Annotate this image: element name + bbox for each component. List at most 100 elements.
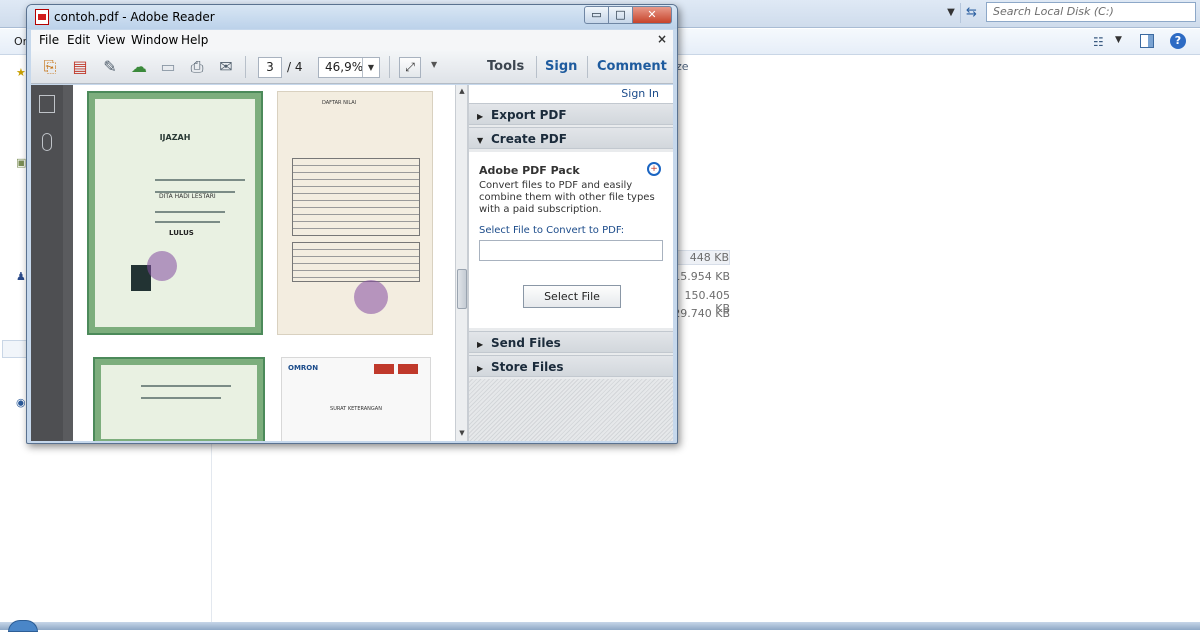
start-button[interactable] — [8, 620, 38, 632]
pdf-pack-icon: + — [647, 162, 661, 176]
create-icon[interactable]: ⎘ — [39, 57, 61, 77]
toolbar-separator — [245, 56, 246, 78]
toolbar-separator — [536, 56, 537, 78]
navigation-panel — [31, 85, 63, 441]
create-pdf-label: Create PDF — [491, 132, 567, 146]
text-line — [155, 211, 225, 213]
certificate-page-thumbnail — [93, 357, 265, 441]
grades-table — [292, 242, 420, 282]
expanded-arrow-icon: ▼ — [477, 136, 484, 145]
certificate-body: IJAZAH DITA HADI LESTARI LULUS — [95, 99, 255, 327]
window-title: contoh.pdf - Adobe Reader — [54, 10, 215, 24]
stamp-seal — [354, 280, 388, 314]
letter-page-thumbnail: OMRON SURAT KETERANGAN — [281, 357, 431, 441]
network-icon[interactable]: ◉ — [16, 396, 26, 409]
minimize-button[interactable]: ▭ — [584, 6, 609, 24]
file-path-input[interactable] — [479, 240, 663, 261]
zoom-dropdown-icon[interactable]: ▼ — [362, 58, 379, 77]
certificate-name: DITA HADI LESTARI — [159, 193, 216, 200]
menu-file[interactable]: File — [39, 33, 59, 47]
collapsed-arrow-icon: ▶ — [477, 340, 484, 349]
help-icon[interactable]: ? — [1170, 33, 1186, 49]
scroll-up-icon[interactable]: ▲ — [457, 87, 467, 95]
favorites-star-icon[interactable]: ★ — [16, 66, 26, 79]
select-file-button[interactable]: Select File — [523, 285, 621, 308]
menu-window[interactable]: Window — [131, 33, 178, 47]
certificate-body — [101, 365, 257, 439]
toolbar-options-dropdown-icon[interactable]: ▼ — [431, 60, 437, 69]
export-pdf-label: Export PDF — [491, 108, 567, 122]
certificate-result: LULUS — [169, 229, 194, 237]
homegroup-icon[interactable]: ♟ — [16, 270, 26, 283]
title-bar[interactable]: contoh.pdf - Adobe Reader ▭ □ ✕ — [27, 5, 677, 29]
empty-pane-area — [469, 379, 673, 441]
text-line — [155, 179, 245, 181]
sign-button[interactable]: Sign — [545, 59, 577, 74]
pdf-pack-description: Convert files to PDF and easily combine … — [479, 180, 655, 215]
collapsed-arrow-icon: ▶ — [477, 364, 484, 373]
create-pdf-section[interactable]: ▼ Create PDF — [469, 127, 673, 149]
page-total: / 4 — [287, 60, 303, 74]
sign-in-link[interactable]: Sign In — [469, 85, 673, 103]
grades-title: DAFTAR NILAI — [322, 100, 357, 106]
maximize-button[interactable]: □ — [608, 6, 633, 24]
letter-brand: OMRON — [288, 364, 319, 372]
taskbar — [0, 622, 1200, 630]
email-icon[interactable]: ✉ — [215, 57, 237, 77]
collapsed-arrow-icon: ▶ — [477, 112, 484, 121]
cloud-upload-icon[interactable]: ☁ — [128, 57, 150, 77]
certificate-page-thumbnail: IJAZAH DITA HADI LESTARI LULUS — [87, 91, 263, 335]
menu-edit[interactable]: Edit — [67, 33, 90, 47]
export-pdf-section[interactable]: ▶ Export PDF — [469, 103, 673, 125]
grades-table — [292, 158, 420, 236]
refresh-icon[interactable]: ⇆ — [960, 3, 982, 23]
page-number-input[interactable]: 3 — [258, 57, 282, 78]
print-icon[interactable]: ⎙ — [186, 57, 208, 77]
close-document-icon[interactable]: × — [657, 32, 667, 46]
edit-icon[interactable]: ✎ — [99, 57, 121, 77]
selected-computer-item[interactable] — [2, 340, 28, 358]
pdf-export-icon[interactable]: ▤ — [69, 57, 91, 77]
address-dropdown-icon[interactable]: ▼ — [944, 4, 958, 22]
preview-pane-icon[interactable] — [1140, 34, 1154, 48]
menu-bar: File Edit View Window Help × — [31, 30, 673, 50]
letter-title: SURAT KETERANGAN — [330, 406, 382, 412]
text-line — [141, 397, 221, 399]
pdf-pack-title: Adobe PDF Pack — [479, 164, 580, 177]
document-gutter — [63, 85, 73, 441]
store-files-section[interactable]: ▶ Store Files — [469, 355, 673, 377]
tools-pane: Sign In ▶ Export PDF ▼ Create PDF Adobe PD… — [469, 85, 673, 441]
pdf-app-icon — [35, 9, 49, 25]
send-files-section[interactable]: ▶ Send Files — [469, 331, 673, 353]
vertical-scrollbar[interactable]: ▲ ▼ — [455, 85, 467, 441]
libraries-icon[interactable]: ▣ — [16, 156, 26, 169]
toolbar-separator — [587, 56, 588, 78]
search-input[interactable]: Search Local Disk (C:) — [986, 2, 1196, 22]
scroll-down-icon[interactable]: ▼ — [457, 429, 467, 437]
store-files-label: Store Files — [491, 360, 564, 374]
save-icon[interactable]: ▭ — [157, 57, 179, 77]
full-screen-icon[interactable]: ⤢ — [399, 57, 421, 78]
toolbar-separator — [389, 56, 390, 78]
adobe-reader-window: contoh.pdf - Adobe Reader ▭ □ ✕ File Edi… — [26, 4, 678, 444]
select-file-label: Select File to Convert to PDF: — [479, 225, 625, 236]
tools-button[interactable]: Tools — [487, 59, 524, 74]
stamp-seal — [147, 251, 177, 281]
toolbar: ⎘ ▤ ✎ ☁ ▭ ⎙ ✉ 3 / 4 46,9% ▼ ⤢ ▼ Tools Si… — [31, 50, 673, 84]
text-line — [155, 221, 220, 223]
attachments-icon[interactable] — [42, 133, 52, 151]
comment-button[interactable]: Comment — [597, 59, 667, 74]
views-icon[interactable]: ☷ — [1093, 35, 1104, 49]
text-line — [141, 385, 231, 387]
document-view[interactable]: IJAZAH DITA HADI LESTARI LULUS DAFTAR NI… — [73, 85, 455, 441]
close-button[interactable]: ✕ — [632, 6, 672, 24]
scrollbar-thumb[interactable] — [457, 269, 467, 309]
page-thumbnails-icon[interactable] — [39, 95, 55, 113]
brand-logo — [398, 364, 418, 374]
views-dropdown-icon[interactable]: ▼ — [1115, 35, 1122, 45]
grades-page-thumbnail: DAFTAR NILAI — [277, 91, 433, 335]
brand-logo — [374, 364, 394, 374]
create-pdf-body: Adobe PDF Pack + Convert files to PDF an… — [469, 152, 673, 328]
menu-help[interactable]: Help — [181, 33, 208, 47]
menu-view[interactable]: View — [97, 33, 125, 47]
